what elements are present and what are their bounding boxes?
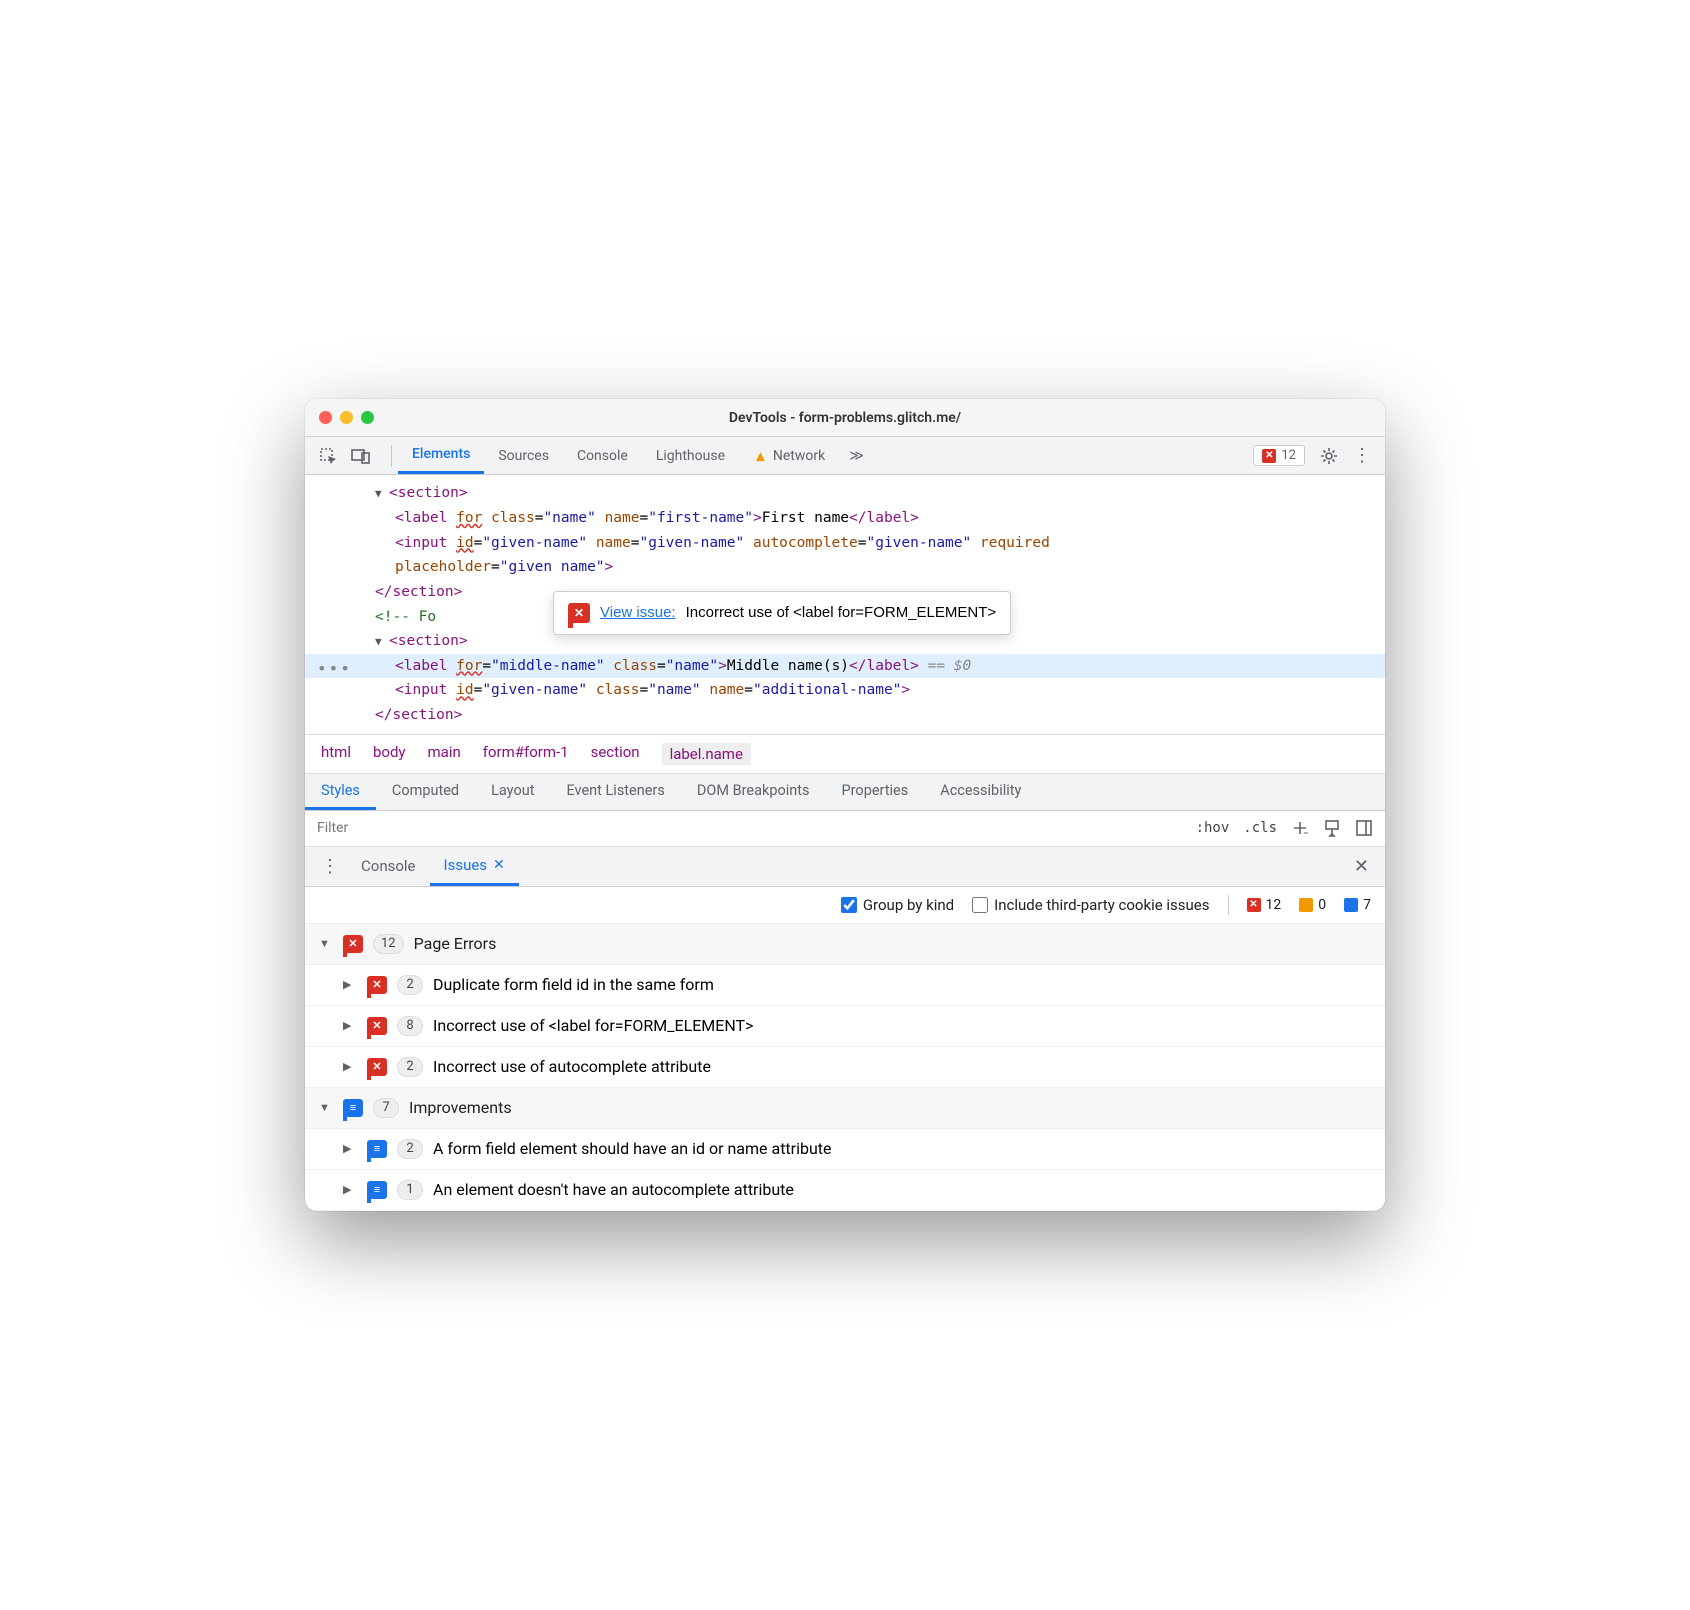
issue-count: 2 bbox=[397, 1057, 423, 1077]
issue-row[interactable]: ▶✕2Duplicate form field id in the same f… bbox=[305, 965, 1385, 1006]
drawer-tab-console[interactable]: Console bbox=[347, 847, 430, 886]
crumb-html[interactable]: html bbox=[321, 743, 351, 765]
info-count: 7 bbox=[1344, 897, 1371, 913]
main-toolbar: Elements Sources Console Lighthouse ▲Net… bbox=[305, 437, 1385, 475]
kebab-menu-icon[interactable]: ⋮ bbox=[1353, 445, 1371, 466]
info-bubble-icon: ≡ bbox=[367, 1181, 387, 1199]
drawer-menu-icon[interactable]: ⋮ bbox=[313, 856, 347, 877]
error-bubble-icon: ✕ bbox=[367, 976, 387, 994]
devtools-window: DevTools - form-problems.glitch.me/ Elem… bbox=[305, 399, 1385, 1210]
issue-row[interactable]: ▶≡2A form field element should have an i… bbox=[305, 1129, 1385, 1170]
crumb-main[interactable]: main bbox=[428, 743, 461, 765]
error-bubble-icon: ✕ bbox=[367, 1017, 387, 1035]
dom-line[interactable]: placeholder="given name"> bbox=[305, 555, 1385, 580]
drawer-tab-issues[interactable]: Issues✕ bbox=[430, 847, 519, 886]
issue-count: 2 bbox=[397, 1139, 423, 1159]
issue-title: Incorrect use of <label for=FORM_ELEMENT… bbox=[433, 1016, 753, 1035]
subtab-properties[interactable]: Properties bbox=[826, 774, 925, 810]
issue-count: 1 bbox=[397, 1180, 423, 1200]
category-count: 12 bbox=[373, 934, 404, 954]
tab-sources[interactable]: Sources bbox=[484, 437, 563, 474]
device-toggle-icon[interactable] bbox=[351, 448, 371, 464]
category-count: 7 bbox=[373, 1098, 399, 1118]
hov-toggle[interactable]: :hov bbox=[1196, 820, 1230, 836]
breadcrumb: html body main form#form-1 section label… bbox=[305, 734, 1385, 774]
drawer-tabs: ⋮ Console Issues✕ ✕ bbox=[305, 847, 1385, 887]
inspect-icon[interactable] bbox=[319, 447, 337, 465]
error-count-badge[interactable]: ✕ 12 bbox=[1253, 445, 1305, 466]
group-by-kind-checkbox[interactable]: Group by kind bbox=[841, 896, 954, 914]
issue-title: Incorrect use of autocomplete attribute bbox=[433, 1057, 711, 1076]
error-bubble-icon: ✕ bbox=[343, 935, 363, 953]
dom-line[interactable]: <label for="middle-name" class="name">Mi… bbox=[305, 654, 1385, 679]
subtab-computed[interactable]: Computed bbox=[376, 774, 475, 810]
issue-tooltip: ✕ View issue: Incorrect use of <label fo… bbox=[553, 591, 1011, 635]
error-count: ✕12 bbox=[1247, 897, 1282, 913]
window-title: DevTools - form-problems.glitch.me/ bbox=[305, 410, 1385, 426]
issues-toolbar: Group by kind Include third-party cookie… bbox=[305, 887, 1385, 924]
issue-title: A form field element should have an id o… bbox=[433, 1139, 832, 1158]
line-actions-icon[interactable]: ••• bbox=[317, 655, 352, 682]
styles-subtabs: Styles Computed Layout Event Listeners D… bbox=[305, 774, 1385, 811]
add-rule-icon[interactable] bbox=[1291, 819, 1309, 837]
error-icon: ✕ bbox=[1262, 449, 1276, 463]
elements-tree[interactable]: ✕ View issue: Incorrect use of <label fo… bbox=[305, 475, 1385, 733]
warning-icon: ▲ bbox=[753, 447, 768, 465]
error-bubble-icon: ✕ bbox=[568, 603, 590, 623]
more-tabs-button[interactable]: ≫ bbox=[839, 448, 874, 464]
issue-row[interactable]: ▶≡1An element doesn't have an autocomple… bbox=[305, 1170, 1385, 1211]
error-bubble-icon: ✕ bbox=[367, 1058, 387, 1076]
traffic-lights bbox=[319, 411, 374, 424]
zoom-window-button[interactable] bbox=[361, 411, 374, 424]
category-title: Improvements bbox=[409, 1098, 512, 1117]
tab-lighthouse[interactable]: Lighthouse bbox=[642, 437, 739, 474]
tooltip-text: Incorrect use of <label for=FORM_ELEMENT… bbox=[686, 600, 997, 626]
cls-toggle[interactable]: .cls bbox=[1243, 820, 1277, 836]
dom-line[interactable]: <input id="given-name" name="given-name"… bbox=[305, 531, 1385, 556]
warning-count: 0 bbox=[1299, 897, 1326, 913]
info-bubble-icon: ≡ bbox=[367, 1140, 387, 1158]
view-issue-link[interactable]: View issue: bbox=[600, 600, 676, 626]
dom-line[interactable]: <input id="given-name" class="name" name… bbox=[305, 678, 1385, 703]
tab-console[interactable]: Console bbox=[563, 437, 642, 474]
drawer-close-icon[interactable]: ✕ bbox=[1346, 856, 1377, 877]
tab-elements[interactable]: Elements bbox=[398, 437, 484, 474]
filter-input[interactable] bbox=[317, 820, 1186, 836]
issue-category[interactable]: ▼✕12Page Errors bbox=[305, 924, 1385, 965]
subtab-event-listeners[interactable]: Event Listeners bbox=[550, 774, 680, 810]
info-bubble-icon: ≡ bbox=[343, 1099, 363, 1117]
issue-count: 2 bbox=[397, 975, 423, 995]
crumb-label[interactable]: label.name bbox=[662, 743, 751, 765]
close-window-button[interactable] bbox=[319, 411, 332, 424]
paint-icon[interactable] bbox=[1323, 819, 1341, 837]
minimize-window-button[interactable] bbox=[340, 411, 353, 424]
titlebar: DevTools - form-problems.glitch.me/ bbox=[305, 399, 1385, 437]
category-title: Page Errors bbox=[414, 934, 497, 953]
styles-filter-row: :hov .cls bbox=[305, 811, 1385, 847]
crumb-body[interactable]: body bbox=[373, 743, 406, 765]
subtab-dom-breakpoints[interactable]: DOM Breakpoints bbox=[681, 774, 826, 810]
subtab-accessibility[interactable]: Accessibility bbox=[924, 774, 1037, 810]
crumb-form[interactable]: form#form-1 bbox=[483, 743, 569, 765]
issue-count: 8 bbox=[397, 1016, 423, 1036]
dom-line[interactable]: ▼<section> bbox=[305, 481, 1385, 506]
tab-network[interactable]: ▲Network bbox=[739, 437, 839, 474]
third-party-checkbox[interactable]: Include third-party cookie issues bbox=[972, 896, 1209, 914]
subtab-layout[interactable]: Layout bbox=[475, 774, 550, 810]
subtab-styles[interactable]: Styles bbox=[305, 774, 376, 810]
issue-row[interactable]: ▶✕8Incorrect use of <label for=FORM_ELEM… bbox=[305, 1006, 1385, 1047]
dom-line[interactable]: <label for class="name" name="first-name… bbox=[305, 506, 1385, 531]
crumb-section[interactable]: section bbox=[591, 743, 640, 765]
gear-icon[interactable] bbox=[1319, 446, 1339, 466]
issue-title: Duplicate form field id in the same form bbox=[433, 975, 714, 994]
issue-category[interactable]: ▼≡7Improvements bbox=[305, 1088, 1385, 1129]
dom-line[interactable]: </section> bbox=[305, 703, 1385, 728]
panel-tabs: Elements Sources Console Lighthouse ▲Net… bbox=[398, 437, 839, 474]
issues-list: ▼✕12Page Errors▶✕2Duplicate form field i… bbox=[305, 924, 1385, 1211]
panel-toggle-icon[interactable] bbox=[1355, 819, 1373, 837]
issue-row[interactable]: ▶✕2Incorrect use of autocomplete attribu… bbox=[305, 1047, 1385, 1088]
close-tab-icon[interactable]: ✕ bbox=[493, 857, 505, 873]
issue-title: An element doesn't have an autocomplete … bbox=[433, 1180, 794, 1199]
